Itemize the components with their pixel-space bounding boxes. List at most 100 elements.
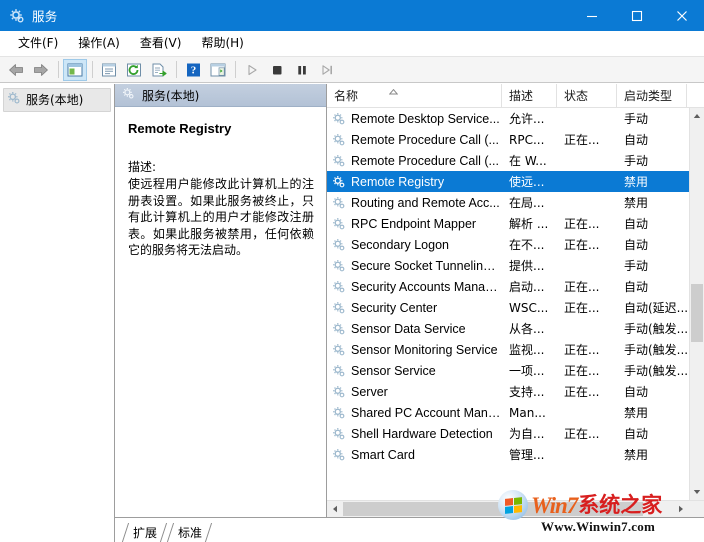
services-gear-icon [332,112,346,126]
column-header-description[interactable]: 描述 [502,84,557,107]
menu-file[interactable]: 文件(F) [8,31,68,55]
cell-description: 启动... [509,280,545,294]
tab-extended[interactable]: 扩展 [121,523,166,542]
column-header-startup-type[interactable]: 启动类型 [617,84,687,107]
cell-description: 允许... [509,112,545,126]
services-gear-icon [332,175,346,189]
column-header-startup-label: 启动类型 [624,89,673,103]
service-name-label: RPC Endpoint Mapper [351,216,477,231]
scroll-right-icon[interactable] [673,501,689,517]
scroll-up-icon[interactable] [690,108,704,124]
scroll-left-icon[interactable] [327,501,343,517]
menu-action[interactable]: 操作(A) [68,31,130,55]
back-icon[interactable] [4,59,28,81]
list-horizontal-scrollbar[interactable] [327,500,704,517]
toolbar-separator [92,61,93,78]
services-gear-icon [332,238,346,252]
cell-startup-type: 自动(延迟... [624,301,687,315]
service-name-label: Secondary Logon [351,237,449,252]
table-row[interactable]: Smart Card 管理... 禁用 [327,444,704,465]
table-row[interactable]: Shared PC Account Mana... Man... 禁用 [327,402,704,423]
table-row[interactable]: Sensor Data Service 从各... 手动(触发... [327,318,704,339]
forward-icon[interactable] [29,59,53,81]
cell-service-name: Sensor Data Service [327,322,502,336]
tab-standard[interactable]: 标准 [166,523,211,542]
table-row[interactable]: RPC Endpoint Mapper 解析 ... 正在... 自动 [327,213,704,234]
help-icon[interactable]: ? [181,59,205,81]
list-vertical-scrollbar[interactable] [689,108,704,500]
cell-description: 提供... [509,259,545,273]
horizontal-scroll-thumb[interactable] [343,502,643,516]
table-row[interactable]: Secondary Logon 在不... 正在... 自动 [327,234,704,255]
show-action-pane-icon[interactable] [206,59,230,81]
stop-service-icon[interactable] [265,59,289,81]
services-gear-icon [332,301,346,315]
cell-status: 正在... [564,427,600,441]
maximize-icon[interactable] [614,0,659,31]
cell-status: 正在... [564,385,600,399]
cell-description: 在局... [509,196,545,210]
minimize-icon[interactable] [569,0,614,31]
cell-description: 支持... [509,385,545,399]
cell-startup-type: 禁用 [624,448,649,462]
detail-panel-header: 服务(本地) [115,84,326,107]
column-header-name[interactable]: 名称 [327,84,502,107]
table-row[interactable]: Security Center WSC... 正在... 自动(延迟... [327,297,704,318]
vertical-scroll-track[interactable] [690,124,704,484]
export-list-icon[interactable] [147,59,171,81]
description-label: 描述: [128,160,157,174]
toolbar-separator [58,61,59,78]
column-header-status[interactable]: 状态 [557,84,617,107]
detail-panel: 服务(本地) Remote Registry 描述: 使远程用户能修改此计算机上… [115,84,327,517]
pause-service-icon[interactable] [290,59,314,81]
table-row[interactable]: Routing and Remote Acc... 在局... 禁用 [327,192,704,213]
scroll-down-icon[interactable] [690,484,704,500]
horizontal-scroll-track[interactable] [343,501,673,517]
toolbar-separator [235,61,236,78]
menu-view[interactable]: 查看(V) [130,31,192,55]
menu-help[interactable]: 帮助(H) [191,31,253,55]
services-gear-icon [9,8,25,24]
table-row[interactable]: Server 支持... 正在... 自动 [327,381,704,402]
cell-service-name: Sensor Monitoring Service [327,343,502,357]
cell-status: 正在... [564,343,600,357]
services-window: 服务 文件(F) 操作(A) 查看(V) 帮助(H) ? 服务(本地) 服务(本… [0,0,704,542]
refresh-icon[interactable] [122,59,146,81]
cell-status: 正在... [564,217,600,231]
restart-service-icon[interactable] [315,59,339,81]
cell-status: 正在... [564,238,600,252]
cell-startup-type: 禁用 [624,175,649,189]
table-row[interactable]: Secure Socket Tunneling ... 提供... 手动 [327,255,704,276]
cell-service-name: Security Accounts Manag... [327,280,502,294]
cell-startup-type: 自动 [624,217,649,231]
table-row[interactable]: Remote Procedure Call (... 在 W... 手动 [327,150,704,171]
table-row[interactable]: Sensor Service 一项... 正在... 手动(触发... [327,360,704,381]
services-gear-icon [332,343,346,357]
cell-status: 正在... [564,364,600,378]
tree-item-services-local[interactable]: 服务(本地) [3,88,111,112]
table-row[interactable]: Sensor Monitoring Service 监视... 正在... 手动(触发… [327,339,704,360]
services-list-panel: 名称 描述 状态 启动类型 Remote Desktop Service... … [327,84,704,517]
table-row[interactable]: Remote Registry 使远... 禁用 [327,171,704,192]
services-gear-icon [332,217,346,231]
cell-description: WSC... [509,300,549,315]
cell-description: 监视... [509,343,545,357]
cell-service-name: Shell Hardware Detection [327,427,502,441]
table-row[interactable]: Security Accounts Manag... 启动... 正在... 自动 [327,276,704,297]
vertical-scroll-thumb[interactable] [691,284,703,342]
svg-text:?: ? [190,64,196,76]
table-row[interactable]: Remote Procedure Call (... RPC... 正在... 自动 [327,129,704,150]
services-gear-icon [332,448,346,462]
start-service-icon[interactable] [240,59,264,81]
cell-service-name: Smart Card [327,448,502,462]
close-icon[interactable] [659,0,704,31]
scrollbar-corner [689,501,704,517]
table-row[interactable]: Remote Desktop Service... 允许... 手动 [327,108,704,129]
cell-status: 正在... [564,301,600,315]
show-hide-console-tree-icon[interactable] [63,58,87,81]
cell-service-name: Server [327,385,502,399]
table-row[interactable]: Shell Hardware Detection 为自... 正在... 自动 [327,423,704,444]
content-pane: 服务(本地) Remote Registry 描述: 使远程用户能修改此计算机上… [115,84,704,542]
properties-icon[interactable] [97,59,121,81]
cell-service-name: Routing and Remote Acc... [327,196,502,210]
